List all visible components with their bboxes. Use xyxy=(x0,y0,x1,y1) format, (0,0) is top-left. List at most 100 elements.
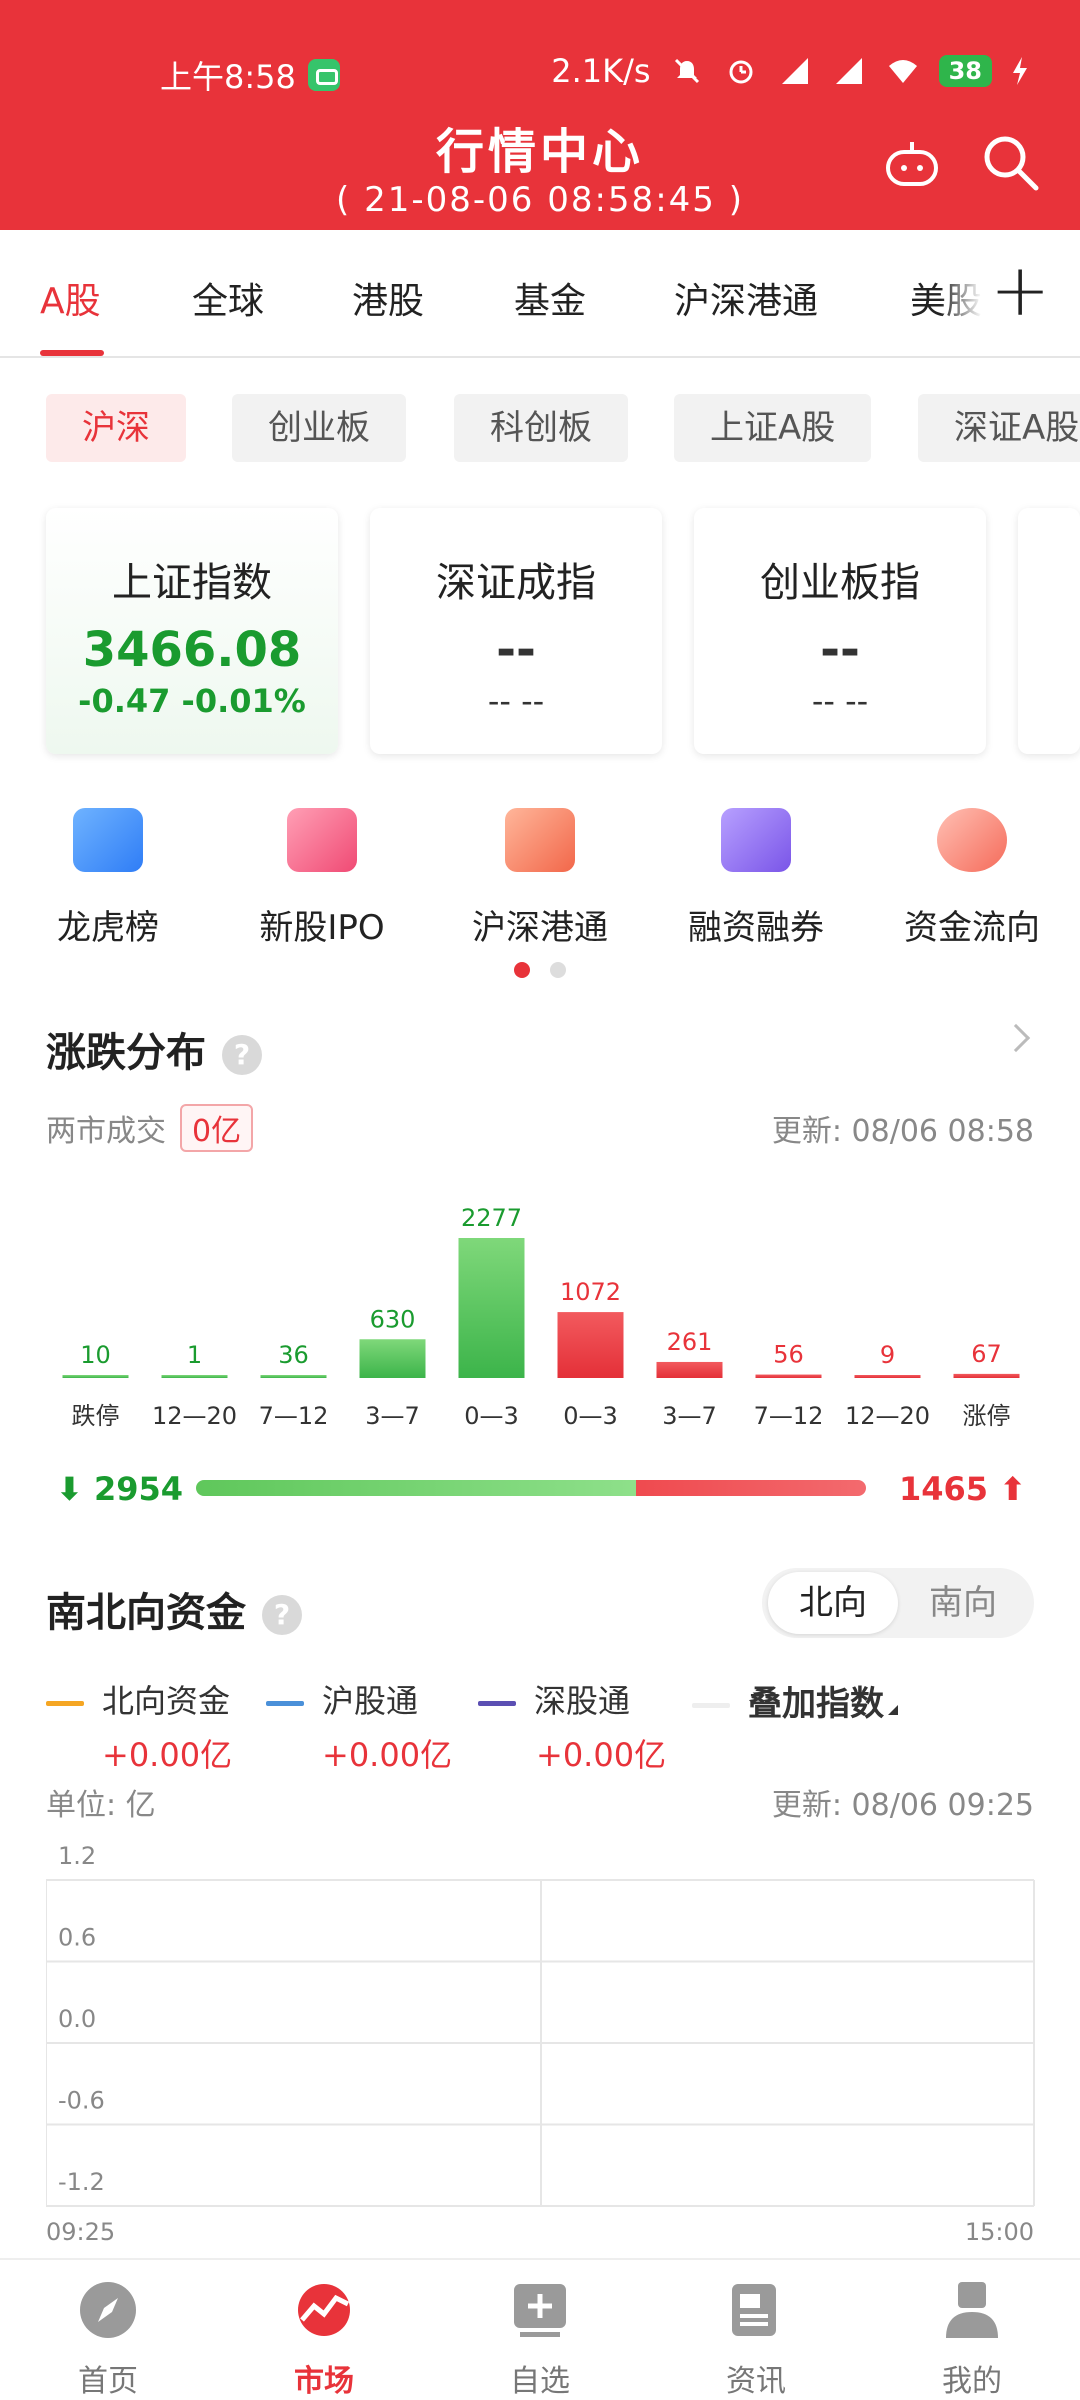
up-ratio-bar xyxy=(636,1480,866,1496)
bar-value-label: 2277 xyxy=(461,1204,522,1232)
exchange-icon xyxy=(505,808,575,872)
bar-value-label: 9 xyxy=(880,1341,895,1369)
dist-section-title[interactable]: 涨跌分布? xyxy=(46,1020,262,1078)
robot-assistant-icon[interactable] xyxy=(880,130,944,194)
net-speed: 2.1K/s xyxy=(551,52,651,90)
bar-9 xyxy=(953,1373,1020,1378)
index-card-peek[interactable] xyxy=(1018,508,1080,754)
toggle-north[interactable]: 北向 xyxy=(768,1572,898,1634)
down-count-value: 2954 xyxy=(93,1470,184,1508)
turnover-value: 0亿 xyxy=(180,1104,254,1152)
unit-label: 单位: 亿 xyxy=(46,1788,156,1823)
mute-icon xyxy=(674,58,699,84)
index-card-shanghai[interactable]: 上证指数 3466.08 -0.47 -0.01% xyxy=(46,508,338,754)
index-name: 创业板指 xyxy=(760,560,920,606)
legend-line xyxy=(692,1703,730,1708)
y-tick-label: 0.0 xyxy=(58,2005,96,2033)
page-dot xyxy=(550,962,566,978)
add-tab-icon[interactable]: + xyxy=(990,250,1050,330)
chevron-right-icon[interactable] xyxy=(1001,1023,1031,1053)
legend-north-value: +0.00亿 xyxy=(102,1736,233,1774)
tab-fund[interactable]: 基金 xyxy=(514,272,586,324)
flow-title: 南北向资金 xyxy=(46,1590,246,1636)
search-icon[interactable] xyxy=(978,130,1042,194)
index-value: -- xyxy=(820,622,860,678)
legend-sz[interactable]: 深股通 xyxy=(478,1676,630,1722)
yuan-icon xyxy=(937,808,1007,872)
quick-fund-flow[interactable]: 资金流向 xyxy=(872,808,1072,949)
bar-chart-icon xyxy=(73,808,143,872)
legend-north[interactable]: 北向资金 xyxy=(46,1676,230,1722)
chip-star[interactable]: 科创板 xyxy=(454,394,628,462)
bottom-nav: 首页 市场 自选 资讯 我的 xyxy=(0,2258,1080,2400)
add-watchlist-icon xyxy=(514,2284,566,2337)
nav-market[interactable]: 市场 xyxy=(264,2280,384,2400)
bar-category-label: 跌停 xyxy=(72,1402,120,1430)
chip-sz-a[interactable]: 深证A股 xyxy=(918,394,1080,462)
down-ratio-bar xyxy=(196,1480,636,1496)
battery-level: 38 xyxy=(938,55,992,87)
bar-category-label: 12—20 xyxy=(845,1402,930,1430)
bar-category-label: 涨停 xyxy=(963,1402,1011,1430)
chip-hushen[interactable]: 沪深 xyxy=(46,394,186,462)
bar-1 xyxy=(161,1375,228,1378)
quick-label: 资金流向 xyxy=(904,908,1040,948)
tab-a-shares[interactable]: A股 xyxy=(40,272,101,324)
y-tick-label: 0.6 xyxy=(58,1924,96,1952)
quick-label: 新股IPO xyxy=(259,908,385,948)
index-name: 上证指数 xyxy=(112,560,272,606)
y-tick-label: -0.6 xyxy=(58,2087,105,2115)
bar-5 xyxy=(557,1312,624,1378)
nav-news[interactable]: 资讯 xyxy=(696,2280,816,2400)
legend-label: 叠加指数 xyxy=(748,1684,884,1724)
bar-2 xyxy=(260,1375,327,1378)
legend-sh-value: +0.00亿 xyxy=(322,1736,453,1774)
bar-value-label: 36 xyxy=(278,1341,309,1369)
x-tick-label: 09:25 xyxy=(46,2218,115,2246)
news-icon xyxy=(732,2284,776,2336)
quick-connect[interactable]: 沪深港通 xyxy=(440,808,640,949)
nav-label: 市场 xyxy=(294,2364,354,2399)
quick-ipo[interactable]: 新股IPO xyxy=(222,808,422,949)
wifi-icon xyxy=(888,60,917,83)
index-card-chinext[interactable]: 创业板指 -- -- -- xyxy=(694,508,986,754)
tab-hk[interactable]: 港股 xyxy=(352,272,424,324)
quick-dragon-tiger[interactable]: 龙虎榜 xyxy=(8,808,208,949)
bar-category-label: 12—20 xyxy=(152,1402,237,1430)
bar-category-label: 0—3 xyxy=(563,1402,618,1430)
app-notification-icon xyxy=(307,59,340,91)
legend-overlay-index[interactable]: 叠加指数 xyxy=(692,1676,898,1725)
y-tick-label: -1.2 xyxy=(58,2168,105,2196)
legend-sh[interactable]: 沪股通 xyxy=(266,1676,418,1722)
bar-7 xyxy=(755,1374,822,1378)
up-count-value: 1465 xyxy=(898,1470,989,1508)
page-dot-active xyxy=(514,962,530,978)
help-icon[interactable]: ? xyxy=(222,1035,262,1075)
help-icon[interactable]: ? xyxy=(262,1595,302,1635)
nav-label: 首页 xyxy=(78,2364,138,2399)
tab-connect[interactable]: 沪深港通 xyxy=(674,272,818,324)
nav-profile[interactable]: 我的 xyxy=(912,2280,1032,2400)
chip-chinext[interactable]: 创业板 xyxy=(232,394,406,462)
chip-sh-a[interactable]: 上证A股 xyxy=(674,394,872,462)
up-count: 1465 ⬆ xyxy=(898,1470,1026,1508)
dist-updated: 更新: 08/06 08:58 xyxy=(771,1114,1034,1149)
direction-toggle: 北向 南向 xyxy=(762,1568,1034,1638)
compass-icon xyxy=(80,2282,136,2338)
bar-3 xyxy=(359,1339,426,1378)
status-right: 2.1K/s 38 xyxy=(551,52,1030,90)
toggle-south[interactable]: 南向 xyxy=(898,1572,1028,1634)
bar-4 xyxy=(458,1238,525,1378)
tab-global[interactable]: 全球 xyxy=(192,272,264,324)
nav-home[interactable]: 首页 xyxy=(48,2280,168,2400)
legend-line xyxy=(266,1700,304,1706)
index-card-shenzhen[interactable]: 深证成指 -- -- -- xyxy=(370,508,662,754)
legend-sz-value: +0.00亿 xyxy=(536,1736,667,1774)
x-tick-label: 15:00 xyxy=(965,2218,1034,2246)
bar-value-label: 67 xyxy=(971,1340,1002,1368)
bar-category-label: 0—3 xyxy=(464,1402,519,1430)
quick-margin[interactable]: 融资融券 xyxy=(656,808,856,949)
market-tabs: A股 全球 港股 基金 沪深港通 美股 + xyxy=(0,230,1080,358)
rise-fall-ratio-bar: ⬇ 2954 1465 ⬆ xyxy=(46,1470,1036,1508)
nav-watchlist[interactable]: 自选 xyxy=(480,2280,600,2400)
